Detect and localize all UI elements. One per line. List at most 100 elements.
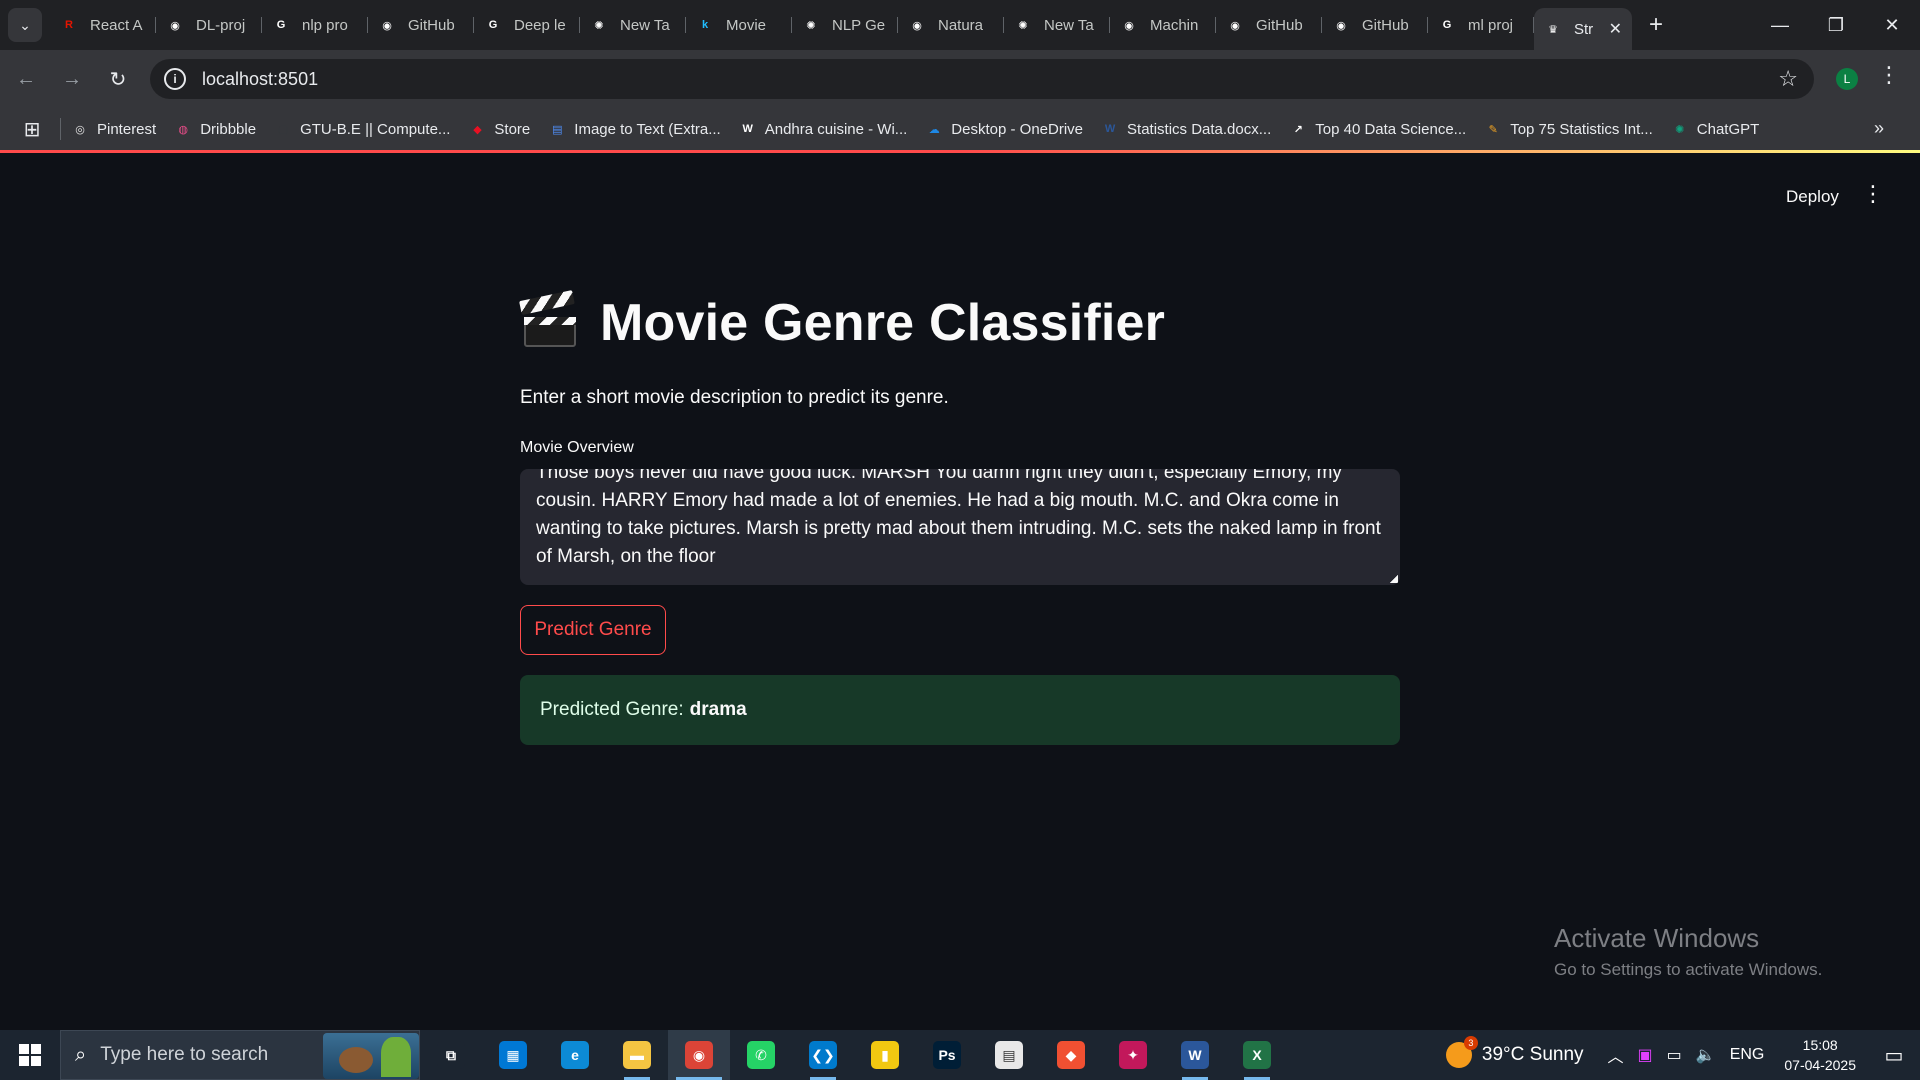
taskbar-app-whatsapp[interactable]: ✆ [730, 1030, 792, 1080]
bookmark-item[interactable]: ▤ Image to Text (Extra... [548, 120, 721, 138]
taskbar-app-task-view[interactable]: ⧉ [420, 1030, 482, 1080]
close-window-button[interactable]: ✕ [1864, 0, 1920, 50]
window-controls: — ❐ ✕ [1752, 0, 1920, 50]
bookmark-item[interactable]: ◆ Store [468, 120, 530, 138]
bookmark-list: ◎ Pinterest ◍ Dribbble ▢ GTU-B.E || Compute..… [71, 120, 1777, 138]
overview-text[interactable]: Those boys never did have good luck. MAR… [536, 469, 1386, 571]
bookmarks-divider [60, 118, 61, 140]
taskbar-app-notepad[interactable]: ▤ [978, 1030, 1040, 1080]
browser-tab[interactable]: ◉ GitHub [1216, 7, 1322, 43]
predict-genre-button[interactable]: Predict Genre [520, 605, 666, 655]
google-icon: G [488, 19, 498, 31]
browser-tab[interactable]: ✺ New Ta [1004, 7, 1110, 43]
browser-tab[interactable]: G Deep le [474, 7, 580, 43]
bookmark-item[interactable]: ◍ Dribbble [174, 120, 256, 138]
language-indicator[interactable]: ENG [1730, 1046, 1765, 1064]
tab-title: Natura [938, 16, 984, 34]
bookmark-item[interactable]: ▢ GTU-B.E || Compute... [274, 120, 451, 138]
taskbar-app-microsoft-store[interactable]: ▦ [482, 1030, 544, 1080]
github-icon: ◉ [382, 19, 392, 32]
taskbar-app-edge[interactable]: e [544, 1030, 606, 1080]
page-title: Movie Genre Classifier [519, 290, 1165, 353]
back-button[interactable]: ← [6, 59, 46, 99]
new-tab-button[interactable]: + [1638, 7, 1674, 43]
bookmark-item[interactable]: W Statistics Data.docx... [1101, 120, 1271, 138]
browser-tab[interactable]: ◉ GitHub [368, 7, 474, 43]
chevron-down-icon: ⌄ [19, 16, 31, 33]
close-tab-icon[interactable]: ✕ [1609, 19, 1622, 39]
app-menu-icon[interactable]: ⋮ [1862, 181, 1884, 207]
minimize-button[interactable]: — [1752, 0, 1808, 50]
taskbar-app-vscode[interactable]: ❮❯ [792, 1030, 854, 1080]
start-button[interactable] [0, 1030, 60, 1080]
bookmark-item[interactable]: ✺ ChatGPT [1671, 120, 1759, 138]
bookmark-item[interactable]: W Andhra cuisine - Wi... [739, 120, 908, 138]
volume-icon[interactable]: 🔈 [1696, 1045, 1716, 1065]
tab-search-button[interactable]: ⌄ [8, 8, 42, 42]
taskbar-app-power-bi[interactable]: ▮ [854, 1030, 916, 1080]
browser-tab[interactable]: ◉ Machin [1110, 7, 1216, 43]
profile-avatar[interactable]: L [1836, 68, 1858, 90]
bookmark-label: GTU-B.E || Compute... [300, 120, 451, 138]
taskbar-app-paint[interactable]: ✦ [1102, 1030, 1164, 1080]
taskbar-search[interactable]: ⌕ Type here to search [60, 1030, 420, 1080]
tab-title: New Ta [1044, 16, 1094, 34]
taskbar-app-excel[interactable]: X [1226, 1030, 1288, 1080]
overview-label: Movie Overview [520, 439, 634, 456]
bookmark-label: Andhra cuisine - Wi... [764, 120, 908, 138]
forward-button[interactable]: → [52, 59, 92, 99]
browser-menu-icon[interactable]: ⋮ [1878, 62, 1900, 88]
more-bookmarks-icon[interactable]: » [1874, 118, 1884, 139]
watermark-title: Activate Windows [1554, 923, 1760, 953]
notifications-icon[interactable]: ▭ [1874, 1043, 1914, 1068]
bookmark-item[interactable]: ☁ Desktop - OneDrive [925, 120, 1083, 138]
chrome-icon: ◉ [685, 1041, 713, 1069]
overview-textarea[interactable]: Those boys never did have good luck. MAR… [520, 469, 1400, 585]
restore-button[interactable]: ❐ [1808, 0, 1864, 50]
app-tray-icon[interactable]: ▣ [1638, 1045, 1653, 1065]
browser-tab[interactable]: ◉ Natura [898, 7, 1004, 43]
image-to-text-icon: ▤ [552, 123, 563, 136]
bookmark-item[interactable]: ↗ Top 40 Data Science... [1289, 120, 1467, 138]
address-bar[interactable]: i localhost:8501 ☆ [150, 59, 1814, 99]
browser-tab[interactable]: Gnlp pro [262, 7, 368, 43]
browser-tab[interactable]: ✺ New Ta [580, 7, 686, 43]
url-text[interactable]: localhost:8501 [202, 69, 318, 90]
active-tab[interactable]: ♛ Str ✕ [1534, 8, 1632, 50]
onedrive-icon: ☁ [928, 123, 940, 136]
system-tray: 3 39°C Sunny ︿ ▣ ▭ 🔈 ENG 15:08 07-04-202… [1445, 1030, 1920, 1080]
browser-tab[interactable]: R React A [50, 7, 156, 43]
taskbar-app-word[interactable]: W [1164, 1030, 1226, 1080]
task-view-icon: ⧉ [437, 1041, 465, 1069]
tab-title: Deep le [514, 16, 566, 34]
apps-grid-icon[interactable]: ⊞ [12, 117, 52, 142]
reload-button[interactable]: ↻ [98, 59, 138, 99]
taskbar-app-file-explorer[interactable]: ▬ [606, 1030, 668, 1080]
browser-tab[interactable]: ✺ NLP Ge [792, 7, 898, 43]
tab-title: NLP Ge [832, 16, 886, 34]
clock[interactable]: 15:08 07-04-2025 [1784, 1035, 1856, 1075]
pinterest-icon: ◎ [75, 123, 85, 136]
bookmark-item[interactable]: ✎ Top 75 Statistics Int... [1484, 120, 1653, 138]
browser-tab[interactable]: ◉ GitHub [1322, 7, 1428, 43]
chevron-up-icon[interactable]: ︿ [1608, 1043, 1624, 1067]
weather-widget[interactable]: 3 39°C Sunny [1445, 1036, 1584, 1068]
git-icon: ◆ [1057, 1041, 1085, 1069]
article-icon: ✎ [1488, 123, 1498, 136]
bookmark-star-icon[interactable]: ☆ [1778, 66, 1798, 92]
taskbar-app-photoshop[interactable]: Ps [916, 1030, 978, 1080]
taskbar-app-chrome[interactable]: ◉ [668, 1030, 730, 1080]
browser-tab[interactable]: k Movie [686, 7, 792, 43]
browser-tab[interactable]: Gml proj [1428, 7, 1534, 43]
streamlit-app: Deploy ⋮ Movie Genre Classifier Enter a … [0, 153, 1920, 1030]
bookmark-item[interactable]: ◎ Pinterest [71, 120, 156, 138]
taskbar-app-git[interactable]: ◆ [1040, 1030, 1102, 1080]
resize-handle-icon[interactable] [1390, 575, 1398, 583]
tab-list: R React A ◉ DL-proj Gnlp pro ◉ GitHub G Deep le ✺… [50, 0, 1534, 50]
tab-title: nlp pro [302, 16, 348, 34]
deploy-button[interactable]: Deploy [1786, 187, 1839, 207]
browser-tab[interactable]: ◉ DL-proj [156, 7, 262, 43]
battery-icon[interactable]: ▭ [1667, 1045, 1682, 1065]
result-genre: drama [689, 699, 747, 720]
site-info-icon[interactable]: i [164, 68, 186, 90]
